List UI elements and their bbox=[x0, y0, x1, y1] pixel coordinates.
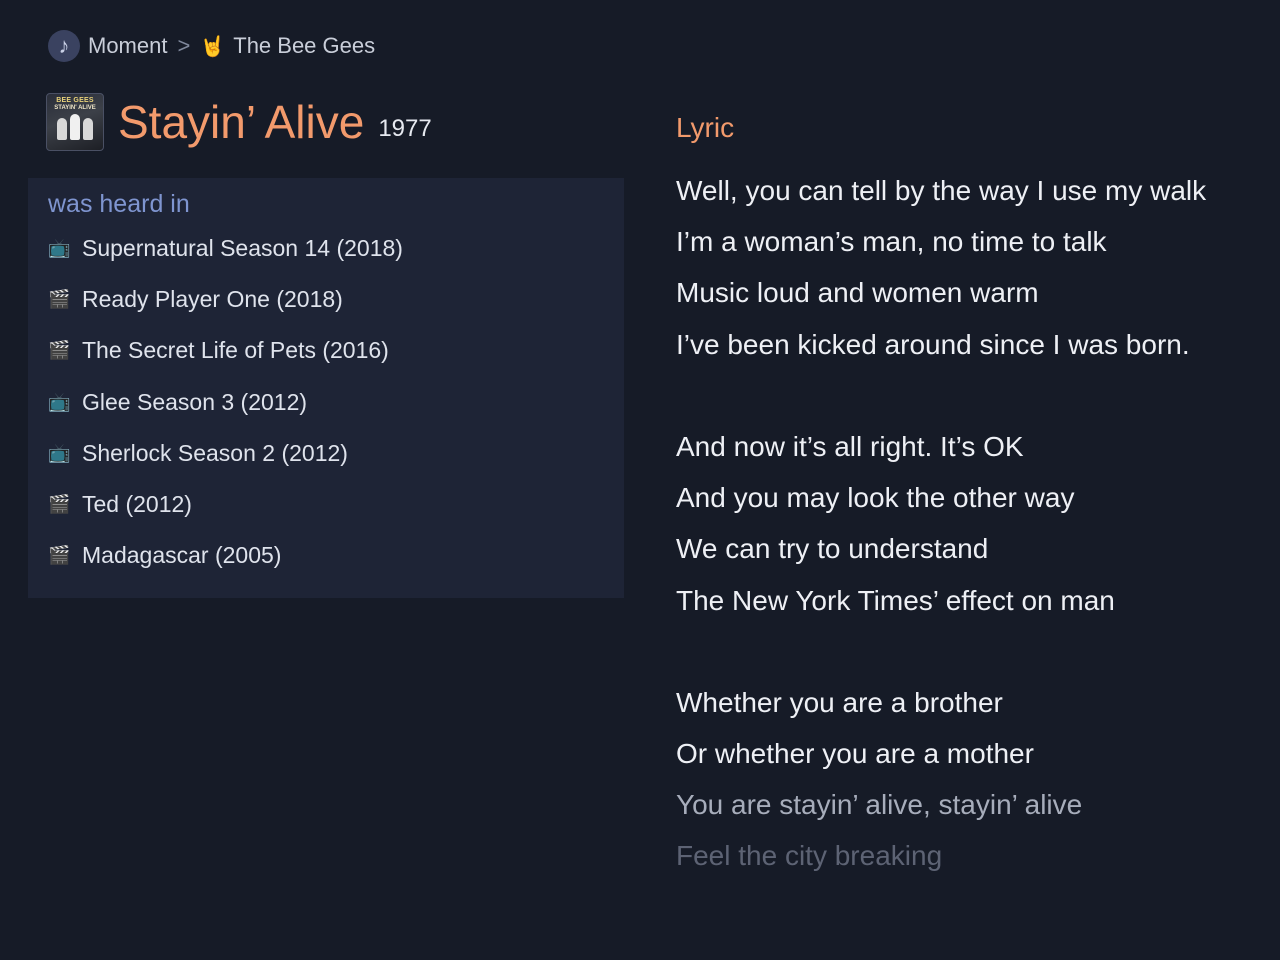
heard-in-item-label: Sherlock Season 2 (2012) bbox=[82, 439, 348, 466]
album-cover-art bbox=[55, 112, 95, 140]
lyric-line: I’m a woman’s man, no time to talk bbox=[676, 226, 1107, 258]
lyric-line: Or whether you are a mother bbox=[676, 738, 1034, 770]
music-note-icon: ♪ bbox=[48, 30, 80, 62]
breadcrumb-moment-link[interactable]: Moment bbox=[88, 33, 167, 59]
heard-in-item-label: Supernatural Season 14 (2018) bbox=[82, 235, 403, 262]
lyric-heading: Lyric bbox=[676, 112, 735, 143]
breadcrumb-artist-link[interactable]: The Bee Gees bbox=[233, 33, 375, 59]
album-cover-figure bbox=[69, 114, 80, 140]
clapperboard-icon: 🎬 bbox=[48, 494, 71, 515]
clapperboard-icon: 🎬 bbox=[48, 340, 71, 361]
lyric-line: And you may look the other way bbox=[676, 482, 1075, 514]
heard-in-item[interactable]: 📺 Supernatural Season 14 (2018) bbox=[48, 223, 624, 274]
lyric-line: Music loud and women warm bbox=[676, 277, 1039, 309]
lyric-line: The New York Times’ effect on man bbox=[676, 584, 1115, 616]
album-cover-title-text: STAYIN' ALIVE bbox=[54, 105, 96, 111]
album-cover-figure bbox=[56, 118, 67, 140]
heard-in-item-label: Ready Player One (2018) bbox=[82, 286, 343, 313]
song-title: Stayin’ Alive bbox=[118, 96, 365, 148]
song-header: BEE GEES STAYIN' ALIVE Stayin’ Alive 197… bbox=[46, 93, 432, 151]
tv-icon: 📺 bbox=[48, 391, 71, 412]
song-year: 1977 bbox=[378, 115, 432, 142]
breadcrumb: ♪ Moment > 🤘 The Bee Gees bbox=[48, 30, 375, 62]
lyric-line: You are stayin’ alive, stayin’ alive bbox=[676, 789, 1083, 821]
lyric-line: Whether you are a brother bbox=[676, 686, 1003, 718]
rock-hand-icon: 🤘 bbox=[200, 35, 226, 58]
lyric-line: And now it’s all right. It’s OK bbox=[676, 430, 1024, 462]
clapperboard-icon: 🎬 bbox=[48, 289, 71, 310]
heard-in-item-label: Madagascar (2005) bbox=[82, 542, 282, 569]
lyrics-body: Well, you can tell by the way I use my w… bbox=[676, 165, 1266, 882]
lyric-line: Feel the city breaking bbox=[676, 840, 943, 872]
page: ♪ Moment > 🤘 The Bee Gees BEE GEES STAYI… bbox=[0, 0, 1280, 960]
heard-in-item-label: The Secret Life of Pets (2016) bbox=[82, 337, 389, 364]
lyric-line: Well, you can tell by the way I use my w… bbox=[676, 175, 1207, 206]
heard-in-item[interactable]: 🎬 Madagascar (2005) bbox=[48, 530, 624, 581]
heard-in-item[interactable]: 🎬 The Secret Life of Pets (2016) bbox=[48, 325, 624, 376]
heard-in-panel: was heard in 📺 Supernatural Season 14 (2… bbox=[28, 178, 624, 598]
heard-in-item-label: Ted (2012) bbox=[82, 491, 192, 518]
album-cover-band-text: BEE GEES bbox=[56, 97, 94, 104]
album-cover-figure bbox=[83, 118, 94, 140]
tv-icon: 📺 bbox=[48, 238, 71, 259]
album-cover[interactable]: BEE GEES STAYIN' ALIVE bbox=[46, 93, 104, 151]
heard-in-item[interactable]: 🎬 Ted (2012) bbox=[48, 479, 624, 530]
stanza-break bbox=[676, 626, 1266, 677]
tv-icon: 📺 bbox=[48, 442, 71, 463]
heard-in-item[interactable]: 🎬 Ready Player One (2018) bbox=[48, 274, 624, 325]
heard-in-item[interactable]: 📺 Glee Season 3 (2012) bbox=[48, 377, 624, 428]
lyric-line: I’ve been kicked around since I was born… bbox=[676, 328, 1190, 360]
heard-in-item[interactable]: 📺 Sherlock Season 2 (2012) bbox=[48, 428, 624, 479]
heard-in-item-label: Glee Season 3 (2012) bbox=[82, 388, 308, 415]
heard-in-title: was heard in bbox=[48, 190, 190, 218]
lyric-line: We can try to understand bbox=[676, 533, 989, 565]
stanza-break bbox=[676, 370, 1266, 421]
heard-in-list: 📺 Supernatural Season 14 (2018) 🎬 Ready … bbox=[48, 223, 624, 581]
clapperboard-icon: 🎬 bbox=[48, 545, 71, 566]
chevron-right-icon: > bbox=[177, 33, 191, 58]
